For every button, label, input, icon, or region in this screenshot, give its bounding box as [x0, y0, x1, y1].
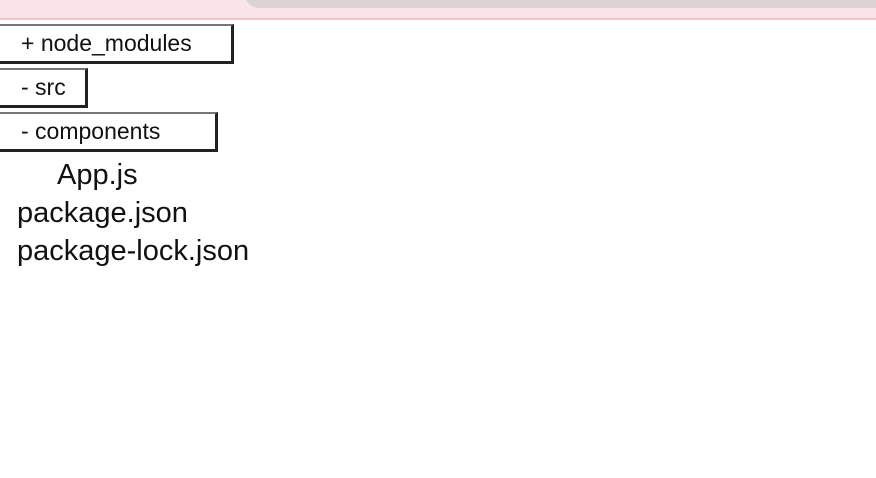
folder-toggle-src[interactable]: - src	[0, 68, 88, 108]
file-item-package-lock-json: package-lock.json	[17, 235, 250, 267]
top-tab-shape	[244, 0, 876, 8]
folder-toggle-node-modules[interactable]: + node_modules	[0, 24, 234, 64]
file-item-package-json: package.json	[17, 197, 188, 229]
folder-toggle-components[interactable]: - components	[0, 112, 218, 152]
file-tree-page: + node_modules - src - components App.js…	[0, 0, 876, 478]
file-item-app-js: App.js	[57, 159, 138, 191]
top-strip	[0, 0, 876, 20]
